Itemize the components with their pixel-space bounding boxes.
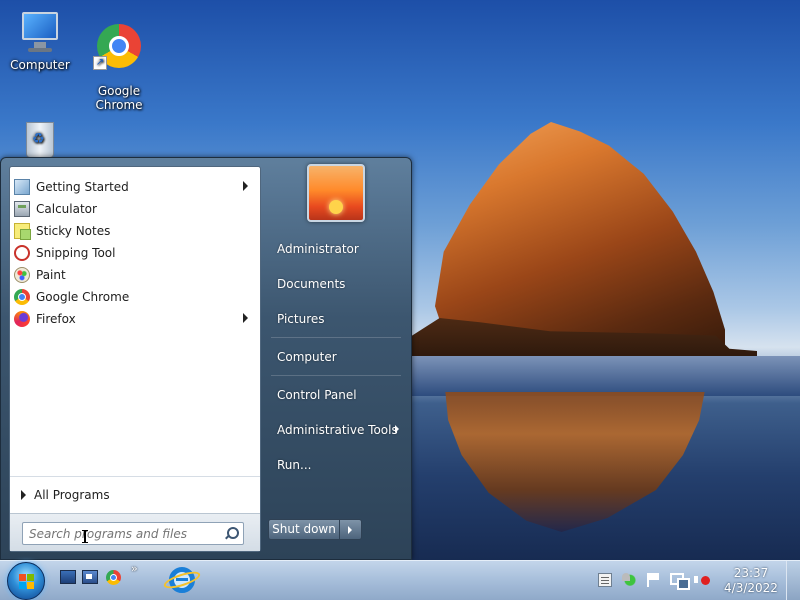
- firefox-icon: [14, 311, 30, 327]
- network-icon[interactable]: [670, 573, 690, 590]
- right-item-label: Documents: [277, 277, 346, 291]
- submenu-arrow-icon: [243, 313, 248, 323]
- right-item-label: Pictures: [277, 312, 325, 326]
- expand-arrow-icon: [21, 489, 26, 500]
- paint-icon: [14, 267, 30, 283]
- internet-explorer-button[interactable]: [160, 563, 204, 599]
- right-item-label: Administrator: [277, 242, 359, 256]
- clock-date: 4/3/2022: [724, 581, 778, 595]
- right-item-control-panel[interactable]: Control Panel: [269, 383, 405, 407]
- menu-divider: [271, 375, 401, 376]
- right-item-label: Administrative Tools: [277, 423, 398, 437]
- desktop-icon-label: Computer: [10, 58, 70, 72]
- menu-divider: [271, 337, 401, 338]
- desktop-icon-chrome[interactable]: ↗ Google Chrome: [79, 8, 159, 126]
- start-menu: Getting Started Calculator Sticky Notes …: [0, 157, 412, 560]
- action-center-icon[interactable]: [598, 573, 612, 587]
- program-label: Calculator: [36, 202, 97, 216]
- clock-time: 23:37: [733, 566, 769, 580]
- desktop-icon-computer[interactable]: Computer: [0, 8, 80, 72]
- all-programs-button[interactable]: All Programs: [10, 476, 260, 506]
- right-item-computer[interactable]: Computer: [269, 345, 405, 369]
- program-snipping-tool[interactable]: Snipping Tool: [12, 242, 258, 264]
- search-area: [10, 513, 260, 551]
- program-getting-started[interactable]: Getting Started: [12, 176, 258, 198]
- start-button[interactable]: [7, 562, 45, 600]
- getting-started-icon: [14, 179, 30, 195]
- security-shield-icon[interactable]: [622, 573, 638, 589]
- wallpaper-reflection: [445, 392, 705, 532]
- program-label: Firefox: [36, 312, 76, 326]
- chrome-icon: [14, 289, 30, 305]
- taskbar: » 23:37 4/3/2022: [0, 560, 800, 600]
- program-label: Snipping Tool: [36, 246, 116, 260]
- program-label: Paint: [36, 268, 66, 282]
- right-item-run[interactable]: Run...: [269, 453, 405, 477]
- right-item-label: Control Panel: [277, 388, 357, 402]
- start-menu-programs-pane: Getting Started Calculator Sticky Notes …: [9, 166, 261, 552]
- right-item-label: Run...: [277, 458, 312, 472]
- shutdown-options-button[interactable]: [340, 519, 362, 540]
- wallpaper-beach: [412, 356, 800, 396]
- right-item-documents[interactable]: Documents: [269, 272, 405, 296]
- flag-icon[interactable]: [646, 573, 660, 587]
- switch-windows-icon[interactable]: [82, 570, 98, 584]
- program-paint[interactable]: Paint: [12, 264, 258, 286]
- right-item-label: Computer: [277, 350, 337, 364]
- sticky-notes-icon: [14, 223, 31, 240]
- text-cursor-icon: [82, 530, 88, 543]
- quick-launch-more-button[interactable]: »: [131, 562, 138, 575]
- show-desktop-button[interactable]: [786, 561, 800, 600]
- program-google-chrome[interactable]: Google Chrome: [12, 286, 258, 308]
- shutdown-button[interactable]: Shut down: [268, 519, 340, 540]
- clock[interactable]: 23:37 4/3/2022: [720, 566, 782, 596]
- search-icon[interactable]: [224, 527, 239, 541]
- snipping-tool-icon: [14, 245, 30, 261]
- show-desktop-icon[interactable]: [60, 570, 76, 584]
- submenu-arrow-icon: [243, 181, 248, 191]
- desktop-icon-label: Google Chrome: [95, 84, 143, 112]
- search-input[interactable]: [22, 522, 244, 545]
- computer-icon: [16, 8, 64, 56]
- chrome-icon: ↗: [93, 24, 141, 70]
- program-sticky-notes[interactable]: Sticky Notes: [12, 220, 258, 242]
- program-label: Getting Started: [36, 180, 129, 194]
- right-item-administrator[interactable]: Administrator: [269, 237, 405, 261]
- program-label: Google Chrome: [36, 290, 130, 304]
- right-item-administrative-tools[interactable]: Administrative Tools: [269, 418, 405, 442]
- windows-logo-icon: [19, 574, 35, 590]
- user-avatar[interactable]: [307, 164, 365, 222]
- submenu-arrow-icon: [395, 425, 399, 433]
- chrome-icon[interactable]: [106, 570, 121, 585]
- calculator-icon: [14, 201, 30, 217]
- program-label: Sticky Notes: [36, 224, 111, 238]
- all-programs-label: All Programs: [34, 487, 110, 502]
- volume-muted-icon[interactable]: [694, 573, 712, 587]
- right-item-pictures[interactable]: Pictures: [269, 307, 405, 331]
- program-calculator[interactable]: Calculator: [12, 198, 258, 220]
- shortcut-arrow-icon: ↗: [93, 56, 107, 70]
- program-firefox[interactable]: Firefox: [12, 308, 258, 330]
